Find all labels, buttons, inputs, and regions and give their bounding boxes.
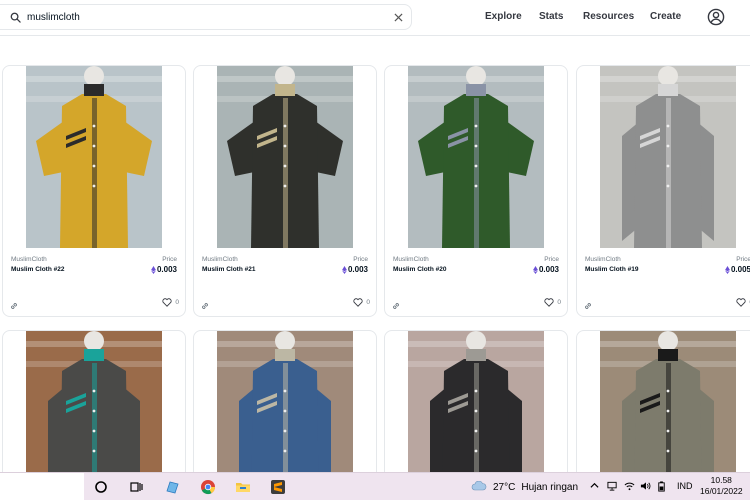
top-bar: Explore Stats Resources Create: [0, 0, 750, 36]
eth-icon: [151, 265, 156, 274]
heart-icon: [736, 298, 746, 307]
search-bar[interactable]: [0, 4, 412, 30]
nft-image[interactable]: [217, 331, 353, 489]
nft-card[interactable]: MuslimCloth Muslim Cloth #20 Price 0.003…: [384, 65, 568, 317]
chrome-icon[interactable]: [198, 477, 218, 497]
card-footer: 0: [200, 298, 370, 310]
weather-widget[interactable]: 27°C Hujan ringan: [471, 481, 578, 493]
like-count: 0: [175, 299, 179, 306]
battery-icon[interactable]: [657, 481, 666, 494]
clock-date: 16/01/2022: [700, 486, 743, 496]
wifi-icon[interactable]: [624, 481, 635, 493]
clear-search-icon[interactable]: [391, 10, 405, 24]
sublime-text-icon[interactable]: [268, 477, 288, 497]
nft-card[interactable]: [2, 330, 186, 490]
item-name[interactable]: Muslim Cloth #19: [585, 266, 638, 273]
nav-resources[interactable]: Resources: [583, 11, 634, 22]
eth-icon: [342, 265, 347, 274]
price: 0.005: [725, 265, 750, 274]
price-label: Price: [353, 256, 368, 263]
link-icon[interactable]: [583, 298, 595, 310]
chevron-up-icon[interactable]: [590, 481, 599, 492]
account-icon[interactable]: [707, 8, 725, 26]
clock-time: 10.58: [710, 475, 732, 485]
volume-icon[interactable]: [640, 481, 651, 493]
card-footer: 0: [9, 298, 179, 310]
collection-name[interactable]: MuslimCloth: [585, 256, 621, 263]
price-value: 0.005: [730, 265, 750, 274]
windows-taskbar: 27°C Hujan ringan IND 10.58 16/01/2022: [0, 472, 750, 501]
like-count: 0: [557, 299, 561, 306]
language-indicator[interactable]: IND: [677, 481, 693, 491]
link-icon[interactable]: [391, 298, 403, 310]
nft-image[interactable]: [26, 66, 162, 248]
item-name[interactable]: Muslim Cloth #20: [393, 266, 446, 273]
eth-icon: [533, 265, 538, 274]
item-name[interactable]: Muslim Cloth #22: [11, 266, 64, 273]
nft-image[interactable]: [408, 66, 544, 248]
search-input[interactable]: [27, 11, 387, 23]
nft-image[interactable]: [217, 66, 353, 248]
heart-icon: [353, 298, 363, 307]
nft-card[interactable]: [576, 330, 750, 490]
nft-image[interactable]: [600, 331, 736, 489]
nav-create[interactable]: Create: [650, 11, 681, 22]
favorite-button[interactable]: 0: [353, 298, 370, 307]
nft-image[interactable]: [408, 331, 544, 489]
clock[interactable]: 10.58 16/01/2022: [700, 475, 743, 497]
heart-icon: [544, 298, 554, 307]
card-footer: 0: [583, 298, 750, 310]
eth-icon: [725, 265, 730, 274]
nft-image[interactable]: [26, 331, 162, 489]
weather-temp: 27°C: [493, 481, 516, 493]
favorite-button[interactable]: 0: [544, 298, 561, 307]
favorite-button[interactable]: 0: [736, 298, 750, 307]
nav-stats[interactable]: Stats: [539, 11, 563, 22]
nft-card[interactable]: MuslimCloth Muslim Cloth #19 Price 0.005…: [576, 65, 750, 317]
card-footer: 0: [391, 298, 561, 310]
favorite-button[interactable]: 0: [162, 298, 179, 307]
price-label: Price: [736, 256, 750, 263]
nft-card[interactable]: MuslimCloth Muslim Cloth #21 Price 0.003…: [193, 65, 377, 317]
price-label: Price: [544, 256, 559, 263]
nft-card[interactable]: [193, 330, 377, 490]
app-icon-blue[interactable]: [162, 477, 182, 497]
item-name[interactable]: Muslim Cloth #21: [202, 266, 255, 273]
price: 0.003: [342, 265, 368, 274]
task-view-icon[interactable]: [126, 477, 146, 497]
price: 0.003: [151, 265, 177, 274]
network-icon[interactable]: [607, 481, 618, 493]
price-label: Price: [162, 256, 177, 263]
like-count: 0: [366, 299, 370, 306]
nft-card[interactable]: [384, 330, 568, 490]
cloud-rain-icon: [471, 481, 487, 491]
collection-name[interactable]: MuslimCloth: [11, 256, 47, 263]
collection-name[interactable]: MuslimCloth: [393, 256, 429, 263]
nft-card[interactable]: MuslimCloth Muslim Cloth #22 Price 0.003…: [2, 65, 186, 317]
link-icon[interactable]: [9, 298, 21, 310]
weather-desc: Hujan ringan: [521, 481, 579, 493]
price-value: 0.003: [156, 265, 177, 274]
nft-image[interactable]: [600, 66, 736, 248]
taskbar-left-area: [0, 473, 84, 501]
price-value: 0.003: [538, 265, 559, 274]
search-icon: [3, 5, 27, 29]
heart-icon: [162, 298, 172, 307]
collection-name[interactable]: MuslimCloth: [202, 256, 238, 263]
nav-explore[interactable]: Explore: [485, 11, 522, 22]
file-explorer-icon[interactable]: [233, 477, 253, 497]
price: 0.003: [533, 265, 559, 274]
price-value: 0.003: [347, 265, 368, 274]
cortana-search-icon[interactable]: [91, 477, 111, 497]
link-icon[interactable]: [200, 298, 212, 310]
